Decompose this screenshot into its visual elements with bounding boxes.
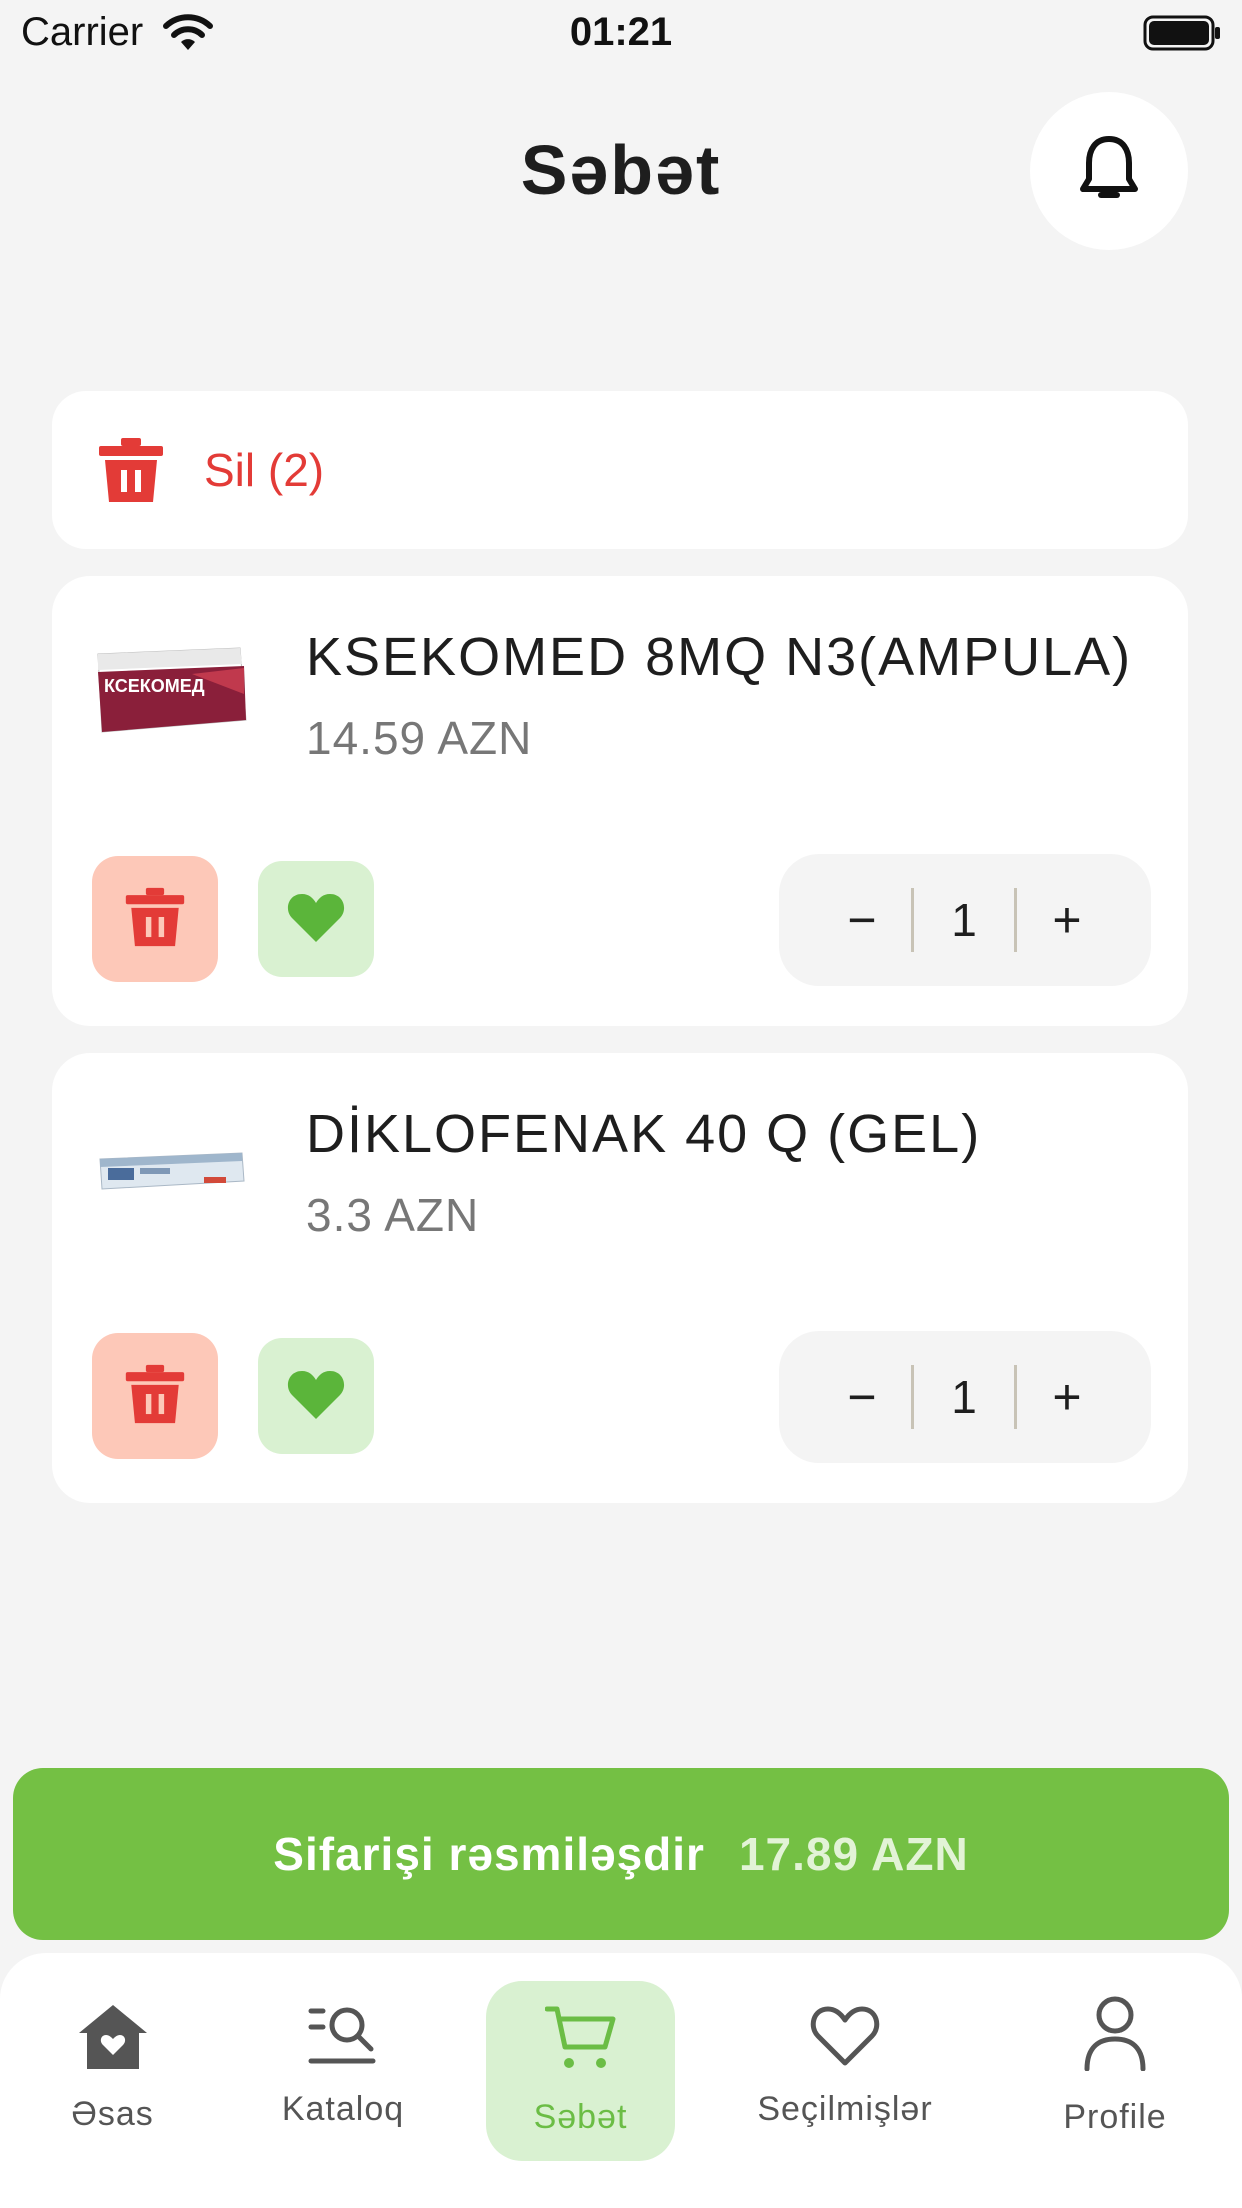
increase-quantity-button[interactable]: +	[1012, 854, 1122, 986]
quantity-value: 1	[951, 1371, 977, 1423]
bell-icon	[1077, 133, 1141, 210]
product-name[interactable]: KSEKOMED 8MQ N3(AMPULA)	[306, 626, 1132, 688]
nav-item-home[interactable]: Əsas	[40, 1953, 185, 2208]
quantity-stepper: − 1 +	[779, 1331, 1151, 1463]
product-name[interactable]: DİKLOFENAK 40 Q (GEL)	[306, 1103, 981, 1165]
quantity-value: 1	[951, 894, 977, 946]
nav-item-profile[interactable]: Profile	[1040, 1953, 1190, 2208]
product-image-text: КСЕКОМЕД	[104, 676, 205, 696]
catalog-search-icon	[268, 2003, 418, 2067]
nav-label: Profile	[1063, 2098, 1167, 2136]
home-icon	[40, 2003, 185, 2071]
nav-label: Əsas	[71, 2095, 154, 2133]
nav-label: Səbət	[533, 2098, 628, 2136]
status-bar: Carrier 01:21	[0, 0, 1242, 68]
bottom-nav: Əsas Kataloq Səbət Seçilmişlər Profile	[0, 1953, 1242, 2208]
remove-item-button[interactable]	[92, 856, 218, 982]
nav-label: Kataloq	[281, 2090, 405, 2128]
heart-icon	[286, 1367, 346, 1426]
product-price: 3.3 AZN	[306, 1189, 480, 1241]
heart-icon	[286, 890, 346, 949]
trash-icon	[97, 436, 165, 509]
nav-label: Seçilmişlər	[757, 2090, 933, 2128]
trash-icon	[124, 1363, 186, 1430]
quantity-stepper: − 1 +	[779, 854, 1151, 986]
trash-icon	[124, 886, 186, 953]
favorite-button[interactable]	[258, 861, 374, 977]
checkout-label: Sifarişi rəsmiləşdir	[273, 1828, 705, 1880]
delete-all-button[interactable]: Sil (2)	[52, 391, 1188, 549]
battery-icon	[1143, 15, 1223, 56]
decrease-quantity-button[interactable]: −	[807, 1331, 917, 1463]
favorite-button[interactable]	[258, 1338, 374, 1454]
notifications-button[interactable]	[1030, 92, 1188, 250]
increase-quantity-button[interactable]: +	[1012, 1331, 1122, 1463]
clock: 01:21	[569, 10, 673, 54]
heart-outline-icon	[740, 2003, 950, 2067]
product-price: 14.59 AZN	[306, 712, 533, 764]
product-image[interactable]: КСЕКОМЕД	[92, 634, 252, 744]
nav-item-favorites[interactable]: Seçilmişlər	[740, 1953, 950, 2208]
checkout-button[interactable]: Sifarişi rəsmiləşdir 17.89 AZN	[13, 1768, 1229, 1940]
delete-all-label: Sil (2)	[204, 444, 325, 496]
user-icon	[1040, 1995, 1190, 2071]
decrease-quantity-button[interactable]: −	[807, 854, 917, 986]
cart-item-card: КСЕКОМЕД KSEKOMED 8MQ N3(AMPULA) 14.59 A…	[52, 576, 1188, 1026]
remove-item-button[interactable]	[92, 1333, 218, 1459]
checkout-total: 17.89 AZN	[738, 1828, 969, 1880]
nav-item-cart[interactable]: Səbət	[486, 1953, 675, 2208]
cart-icon	[486, 2003, 675, 2073]
cart-item-card: DİKLOFENAK 40 Q (GEL) 3.3 AZN − 1 +	[52, 1053, 1188, 1503]
nav-item-catalog[interactable]: Kataloq	[268, 1953, 418, 2208]
product-image[interactable]	[92, 1111, 252, 1221]
